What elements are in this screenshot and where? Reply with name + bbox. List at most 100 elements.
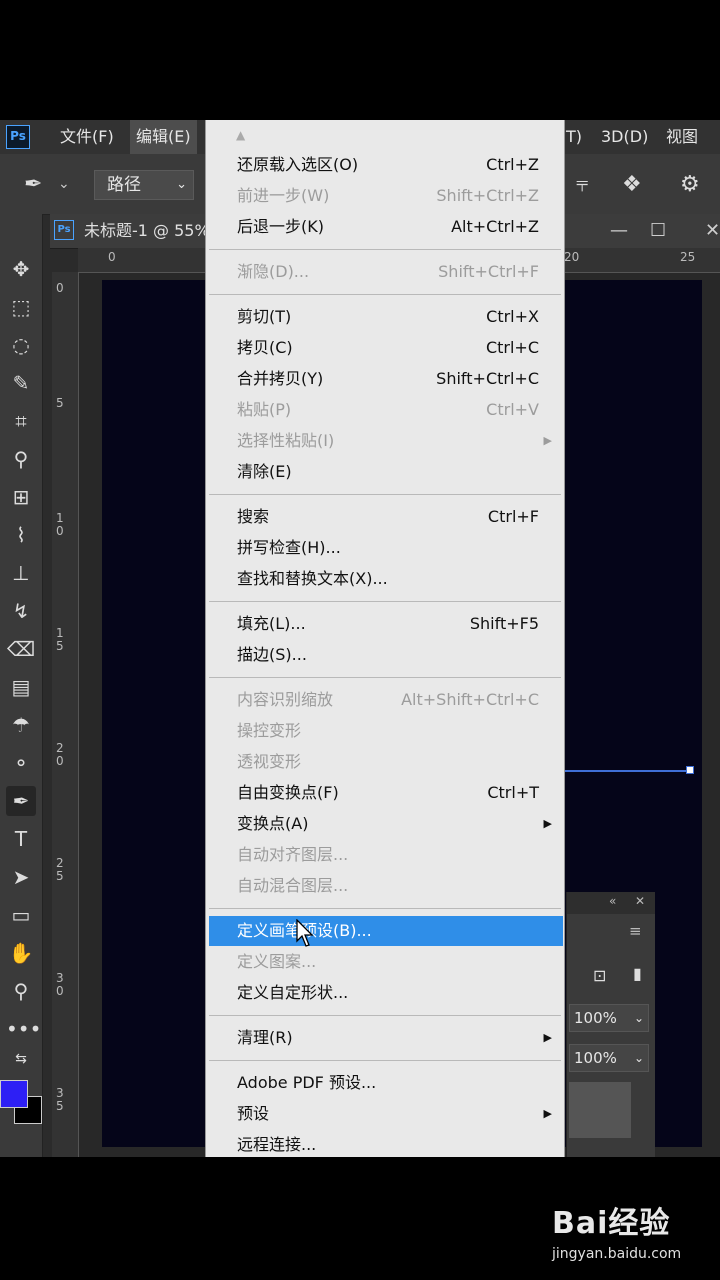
menu-edit[interactable]: 编辑(E)	[130, 120, 197, 154]
menu-item[interactable]: 定义画笔预设(B)...	[209, 916, 563, 946]
menu-item-label: 渐隐(D)...	[237, 262, 310, 281]
zoom-tool-icon[interactable]: ⚲	[6, 976, 36, 1006]
crop-tool-icon[interactable]: ⌗	[6, 406, 36, 436]
opacity-field[interactable]: 100% ⌄	[569, 1004, 649, 1032]
menu-item-label: 填充(L)...	[237, 614, 306, 633]
menu-item-label: 透视变形	[237, 752, 302, 771]
menu-item-label: 自动混合图层...	[237, 876, 349, 895]
menu-separator	[209, 677, 561, 678]
mode-select[interactable]: 路径 ⌄	[94, 170, 194, 200]
dodge-tool-icon[interactable]: ⚬	[6, 748, 36, 778]
menu-item[interactable]: 后退一步(K) Alt+Ctrl+Z	[206, 212, 564, 242]
maximize-button[interactable]: ☐	[650, 214, 666, 248]
lock-icon[interactable]: ⊡	[593, 966, 606, 985]
menu-item[interactable]: 清理(R) ▶	[206, 1023, 564, 1053]
menu-item-shortcut: Shift+Ctrl+C	[436, 369, 539, 388]
ruler-label: 2 0	[56, 741, 64, 768]
arrange-icon[interactable]: ❖	[622, 172, 642, 197]
pen-tool-icon[interactable]: ✒	[6, 786, 36, 816]
menu-item-shortcut: Shift+Ctrl+F	[438, 262, 539, 281]
healing-tool-icon[interactable]: ⊞	[6, 482, 36, 512]
collapse-icon[interactable]: «	[609, 894, 616, 908]
gradient-tool-icon[interactable]: ▤	[6, 672, 36, 702]
hand-tool-icon[interactable]: ✋	[6, 938, 36, 968]
menu-item[interactable]: 搜索 Ctrl+F	[206, 502, 564, 532]
more-tools-icon[interactable]: •••	[6, 1014, 41, 1044]
menu-item-label: 操控变形	[237, 721, 302, 740]
close-button[interactable]: ✕	[705, 214, 720, 248]
ruler-label: 25	[680, 250, 696, 264]
menu-item: 定义图案...	[206, 947, 564, 977]
menu-item-shortcut: Ctrl+X	[486, 307, 539, 326]
menu-item-label: 还原载入选区(O)	[237, 155, 359, 174]
path-select-icon[interactable]: ➤	[6, 862, 36, 892]
chevron-down-icon[interactable]: ⌄	[58, 176, 70, 192]
menu-item[interactable]: 描边(S)...	[206, 640, 564, 670]
chevron-down-icon: ⌄	[633, 1011, 644, 1025]
menu-item-label: 自由变换点(F)	[237, 783, 339, 802]
path-segment[interactable]	[565, 770, 690, 772]
layer-thumbnail[interactable]	[569, 1082, 631, 1138]
pen-icon[interactable]: ✒	[24, 172, 42, 197]
menu-item: 内容识别缩放 Alt+Shift+Ctrl+C	[206, 685, 564, 715]
menu-item[interactable]: 合并拷贝(Y) Shift+Ctrl+C	[206, 364, 564, 394]
menu-item-label: 剪切(T)	[237, 307, 292, 326]
menu-item-shortcut: Ctrl+T	[487, 783, 539, 802]
menu-file[interactable]: 文件(F)	[54, 120, 120, 154]
eraser-tool-icon[interactable]: ⌫	[6, 634, 36, 664]
ruler-label: 1 5	[56, 626, 64, 653]
close-icon[interactable]: ✕	[635, 894, 645, 908]
brush-tool-icon[interactable]: ⌇	[6, 520, 36, 550]
swap-colors-icon[interactable]: ⇆	[6, 1044, 36, 1074]
menu-item[interactable]: 清除(E)	[206, 457, 564, 487]
submenu-arrow-icon: ▶	[543, 817, 552, 830]
gear-icon[interactable]: ⚙	[680, 172, 700, 197]
ruler-left: 0 5 1 0 1 5 2 0 2 5 3 0 3 5	[52, 272, 79, 1157]
blur-tool-icon[interactable]: ☂	[6, 710, 36, 740]
scroll-up-icon[interactable]: ▲	[236, 128, 245, 142]
history-brush-icon[interactable]: ↯	[6, 596, 36, 626]
ruler-label: 20	[564, 250, 580, 264]
opacity-value: 100%	[574, 1009, 617, 1027]
menu-item[interactable]: Adobe PDF 预设...	[206, 1068, 564, 1098]
ps-logo: Ps	[6, 125, 30, 149]
marquee-tool-icon[interactable]: ⬚	[6, 292, 36, 322]
ruler-label: 5	[56, 396, 64, 410]
toggle-icon[interactable]: ▮	[633, 964, 642, 983]
menu-item-shortcut: Ctrl+C	[485, 338, 539, 357]
menu-item[interactable]: 填充(L)... Shift+F5	[206, 609, 564, 639]
menu-item[interactable]: 预设 ▶	[206, 1099, 564, 1129]
menu-item[interactable]: 拷贝(C) Ctrl+C	[206, 333, 564, 363]
stamp-tool-icon[interactable]: ⊥	[6, 558, 36, 588]
ruler-label: 0	[56, 281, 64, 295]
menu-item: 选择性粘贴(I) ▶	[206, 426, 564, 456]
align-icon[interactable]: ⫧	[576, 172, 588, 197]
menu-item[interactable]: 拼写检查(H)...	[206, 533, 564, 563]
ruler-label: 2 5	[56, 856, 64, 883]
lasso-tool-icon[interactable]: ◌	[6, 330, 36, 360]
menu-3d[interactable]: 3D(D)	[595, 120, 654, 154]
document-title: 未标题-1 @ 55%	[84, 221, 210, 240]
menu-item[interactable]: 剪切(T) Ctrl+X	[206, 302, 564, 332]
minimize-button[interactable]: —	[610, 214, 628, 248]
menu-item[interactable]: 变换点(A) ▶	[206, 809, 564, 839]
menu-item[interactable]: 查找和替换文本(X)...	[206, 564, 564, 594]
menu-item[interactable]: 远程连接...	[206, 1130, 564, 1160]
menu-view[interactable]: 视图(V	[660, 120, 720, 180]
menu-item: 渐隐(D)... Shift+Ctrl+F	[206, 257, 564, 287]
fill-field[interactable]: 100% ⌄	[569, 1044, 649, 1072]
shape-tool-icon[interactable]: ▭	[6, 900, 36, 930]
quick-select-icon[interactable]: ✎	[6, 368, 36, 398]
type-tool-icon[interactable]: T	[6, 824, 36, 854]
panel-menu-icon[interactable]: ≡	[629, 922, 642, 940]
foreground-color-swatch[interactable]	[0, 1080, 28, 1108]
menu-item[interactable]: 定义自定形状...	[206, 978, 564, 1008]
menu-item[interactable]: 还原载入选区(O) Ctrl+Z	[206, 150, 564, 180]
submenu-arrow-icon: ▶	[543, 434, 552, 447]
menu-item[interactable]: 自由变换点(F) Ctrl+T	[206, 778, 564, 808]
menu-item-label: 选择性粘贴(I)	[237, 431, 335, 450]
ruler-label: 1 0	[56, 511, 64, 538]
anchor-point[interactable]	[686, 766, 694, 774]
move-tool-icon[interactable]: ✥	[6, 254, 36, 284]
eyedropper-icon[interactable]: ⚲	[6, 444, 36, 474]
